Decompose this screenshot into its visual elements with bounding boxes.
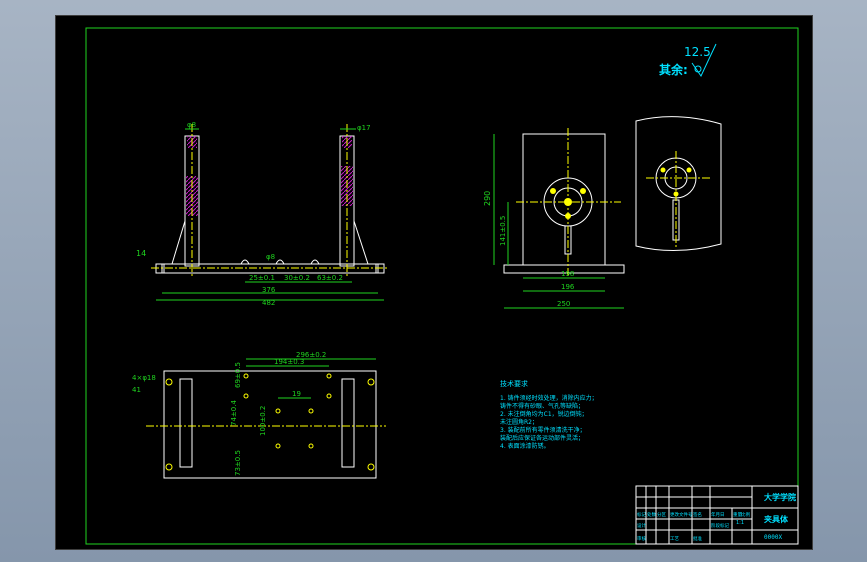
side-view: 290 141±0.5 198 196 250 bbox=[483, 128, 625, 309]
technical-notes: 技术要求 1. 铸件须经时效处理，消除内应力； 铸件不得有砂眼、气孔等缺陷； 2… bbox=[500, 379, 598, 450]
dim-front-376: 376 bbox=[262, 286, 276, 294]
drawing-sheet: 12.5 其余: φ8 φ17 14 φ8 25±0.1 30±0.2 63±0… bbox=[85, 27, 799, 545]
surface-finish-symbol: 12.5 其余: bbox=[659, 43, 717, 77]
dim-front-14: 14 bbox=[136, 249, 146, 258]
title-row-label-2: 处数 bbox=[647, 511, 656, 518]
dim-front-30: 30±0.2 bbox=[284, 274, 310, 282]
dim-side-250: 250 bbox=[557, 300, 570, 308]
dim-plan-69: 69±0.5 bbox=[234, 362, 242, 388]
title-row-label-1: 标记 bbox=[637, 511, 646, 518]
dim-plan-4-phi18: 4×φ18 bbox=[132, 374, 156, 382]
dim-plan-74: 74±0.4 bbox=[230, 400, 238, 426]
dim-side-141: 141±0.5 bbox=[499, 216, 507, 246]
notes-line-5: 3. 装配前所有零件须清洗干净； bbox=[500, 426, 586, 434]
title-small-label-7: 比例 bbox=[741, 511, 750, 518]
notes-line-6: 装配后应保证各运动部件灵活； bbox=[500, 434, 584, 442]
dim-front-25: 25±0.1 bbox=[249, 274, 275, 282]
title-small-label-2: 审核 bbox=[637, 535, 646, 542]
dim-side-290: 290 bbox=[483, 191, 492, 206]
title-small-label-3: 工艺 bbox=[670, 536, 679, 542]
dim-plan-41: 41 bbox=[132, 386, 141, 394]
title-part-name: 夹具体 bbox=[764, 514, 789, 524]
title-scale: 1:1 bbox=[736, 520, 744, 526]
drawing-canvas[interactable]: 12.5 其余: φ8 φ17 14 φ8 25±0.1 30±0.2 63±0… bbox=[55, 15, 813, 550]
title-row-label-6: 年月日 bbox=[711, 511, 725, 518]
plan-view: 296±0.2 194±0.3 19 4×φ18 41 74±0.4 69±0.… bbox=[132, 351, 386, 479]
notes-line-1: 1. 铸件须经时效处理，消除内应力； bbox=[500, 394, 598, 402]
dim-front-63: 63±0.2 bbox=[317, 274, 343, 282]
detail-view bbox=[635, 116, 722, 251]
title-row-label-3: 分区 bbox=[657, 511, 666, 518]
drawing-border bbox=[85, 27, 799, 545]
title-drawing-no: 0000X bbox=[764, 534, 782, 541]
notes-line-7: 4. 表面涂漆防锈。 bbox=[500, 442, 550, 450]
title-block: 大学学院 夹具体 0000X 1:1 标记 处数 分区 更改文件号 签名 年月日… bbox=[635, 485, 799, 545]
dim-plan-194: 194±0.3 bbox=[274, 358, 304, 366]
title-school: 大学学院 bbox=[764, 492, 796, 502]
dim-plan-73: 73±0.5 bbox=[234, 450, 242, 476]
dim-front-phi17: φ17 bbox=[357, 124, 371, 132]
cad-application: 12.5 其余: φ8 φ17 14 φ8 25±0.1 30±0.2 63±0… bbox=[0, 0, 867, 562]
dim-front-phi8-top: φ8 bbox=[187, 121, 196, 129]
title-small-label-5: 阶段标记 bbox=[711, 522, 729, 529]
surface-finish-value: 12.5 bbox=[684, 45, 711, 59]
title-row-label-4: 更改文件号 bbox=[670, 511, 693, 518]
notes-line-4: 未注圆角R2； bbox=[500, 418, 538, 426]
dim-plan-19: 19 bbox=[292, 390, 301, 398]
title-row-label-5: 签名 bbox=[693, 511, 702, 518]
title-small-label-1: 设计 bbox=[637, 522, 646, 529]
notes-title: 技术要求 bbox=[500, 379, 528, 388]
title-small-label-4: 批准 bbox=[693, 535, 702, 542]
dim-front-hole: φ8 bbox=[266, 253, 275, 261]
notes-line-3: 2. 未注倒角均为C1，锐边倒钝； bbox=[500, 410, 588, 418]
front-view: φ8 φ17 14 φ8 25±0.1 30±0.2 63±0.2 376 48… bbox=[136, 121, 388, 307]
surface-finish-label: 其余: bbox=[659, 62, 688, 77]
dim-front-482: 482 bbox=[262, 299, 275, 307]
dim-plan-100: 100±0.2 bbox=[259, 406, 267, 436]
dim-side-196: 196 bbox=[561, 283, 575, 291]
notes-line-2: 铸件不得有砂眼、气孔等缺陷； bbox=[500, 402, 584, 410]
dim-side-198: 198 bbox=[561, 270, 574, 278]
